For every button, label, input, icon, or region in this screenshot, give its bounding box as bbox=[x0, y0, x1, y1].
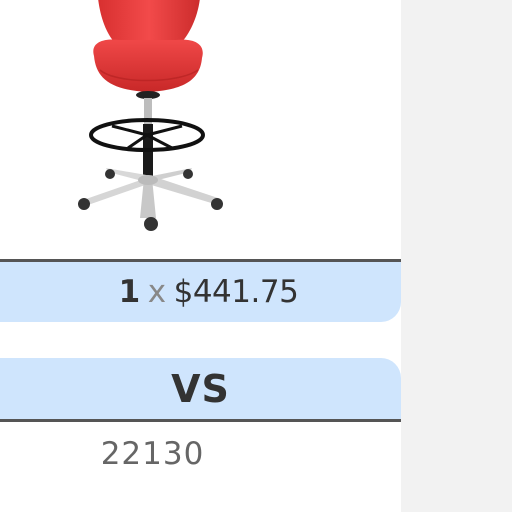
quantity-value: 1 bbox=[118, 274, 141, 310]
vs-label: VS bbox=[171, 366, 230, 411]
product-image[interactable] bbox=[60, 0, 240, 240]
product-card: 1 x $441.75 VS 22130 bbox=[0, 0, 401, 512]
multiply-sign: x bbox=[147, 274, 166, 310]
product-code: 22130 bbox=[100, 436, 205, 472]
vs-header: VS bbox=[0, 358, 401, 422]
price-bar: 1 x $441.75 bbox=[0, 259, 401, 322]
price-value: $441.75 bbox=[173, 274, 299, 310]
right-gutter bbox=[401, 0, 512, 512]
chair-icon bbox=[78, 0, 223, 231]
